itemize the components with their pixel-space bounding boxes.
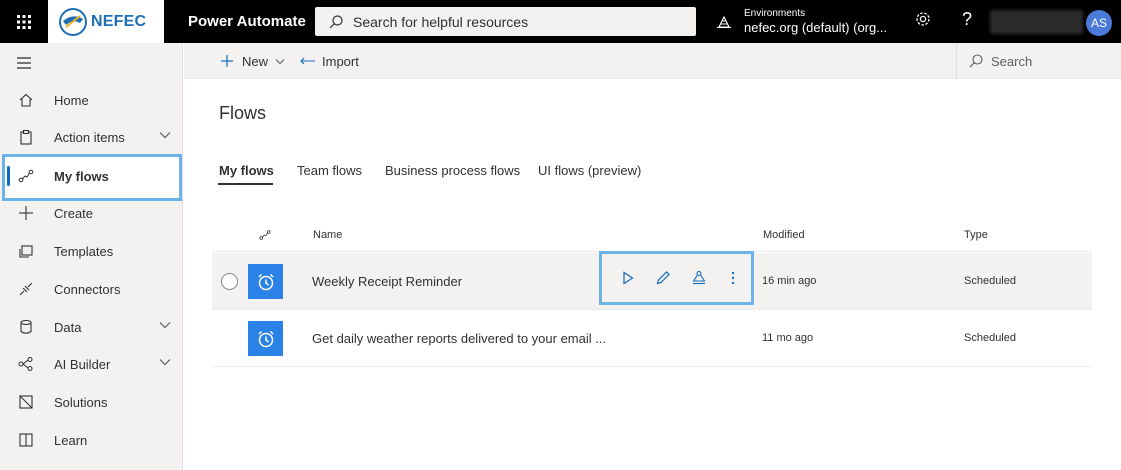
environments-label: Environments [744, 7, 806, 19]
table-row[interactable]: Get daily weather reports delivered to y… [212, 310, 1092, 367]
import-label: Import [322, 53, 359, 69]
search-icon [969, 54, 983, 68]
database-icon [20, 319, 32, 334]
chevron-down-icon [275, 58, 285, 64]
environment-picker[interactable]: Environments nefec.org (default) (org... [716, 5, 887, 38]
column-header-name[interactable]: Name [313, 229, 342, 241]
clipboard-icon [20, 129, 32, 145]
row-select-radio[interactable] [221, 273, 238, 290]
sidebar-item-data[interactable]: Data [0, 308, 183, 346]
scheduled-flow-icon [248, 321, 283, 356]
chevron-down-icon[interactable] [159, 358, 171, 366]
import-button[interactable]: Import [300, 43, 359, 79]
column-header-modified[interactable]: Modified [763, 229, 805, 241]
sidebar-item-connectors[interactable]: Connectors [0, 270, 183, 308]
sidebar-item-my-flows[interactable]: My flows [0, 157, 183, 195]
sidebar-item-label: Home [54, 92, 89, 108]
search-label: Search [991, 53, 1033, 69]
sidebar-item-home[interactable]: Home [0, 81, 183, 119]
more-options-icon[interactable] [723, 268, 743, 288]
flow-name-link[interactable]: Get daily weather reports delivered to y… [312, 331, 606, 346]
sidebar-item-label: Learn [54, 432, 88, 448]
settings-gear-icon[interactable] [914, 10, 932, 28]
flows-search-input[interactable]: Search [956, 43, 1121, 79]
tab-ui-flows[interactable]: UI flows (preview) [538, 163, 641, 178]
edit-pencil-icon[interactable] [653, 268, 673, 288]
tab-team-flows[interactable]: Team flows [297, 163, 362, 178]
plus-icon [19, 206, 33, 220]
avatar[interactable]: AS [1086, 10, 1112, 36]
scheduled-flow-icon [248, 264, 283, 299]
ai-builder-icon [18, 357, 33, 371]
sidebar-item-label: AI Builder [54, 356, 111, 372]
sidebar-item-label: Connectors [54, 281, 121, 297]
sidebar-item-label: Data [54, 319, 82, 335]
new-button[interactable]: New [220, 43, 285, 79]
share-icon[interactable] [689, 268, 709, 288]
new-label: New [242, 53, 269, 69]
environment-globe-icon [717, 15, 731, 28]
modified-value: 11 mo ago [762, 332, 814, 344]
hamburger-menu-icon[interactable] [16, 56, 32, 70]
plus-icon [221, 55, 233, 67]
row-actions-highlight [599, 251, 754, 305]
help-icon[interactable]: ? [962, 9, 972, 30]
import-arrow-icon [300, 57, 315, 65]
sidebar-item-learn[interactable]: Learn [0, 421, 183, 459]
flow-type-column-icon [259, 230, 271, 240]
environment-value: nefec.org (default) (org... [744, 19, 888, 35]
command-bar: New Import Search [184, 43, 1121, 79]
search-icon [329, 14, 343, 28]
flow-icon [18, 169, 34, 183]
table-header: Name Modified Type [212, 222, 1092, 252]
solutions-icon [19, 395, 33, 409]
sidebar-item-solutions[interactable]: Solutions [0, 383, 183, 421]
top-bar: NEFEC Power Automate Search for helpful … [0, 0, 1121, 43]
brand-name: NEFEC [91, 12, 147, 30]
book-icon [19, 433, 33, 447]
sidebar-item-label: Create [54, 205, 94, 221]
active-tab-indicator [218, 183, 273, 185]
templates-icon [19, 245, 33, 258]
chevron-down-icon[interactable] [159, 321, 171, 329]
home-icon [19, 93, 33, 107]
sidebar-item-action-items[interactable]: Action items [0, 118, 183, 156]
tab-my-flows[interactable]: My flows [219, 163, 274, 178]
app-launcher-icon[interactable] [0, 0, 48, 43]
table-row[interactable]: Weekly Receipt Reminder 16 min ago Sched… [212, 251, 1092, 310]
type-value: Scheduled [964, 275, 1016, 287]
column-header-type[interactable]: Type [964, 229, 988, 241]
page-title: Flows [219, 103, 267, 123]
selection-indicator [7, 166, 10, 186]
sidebar-item-create[interactable]: Create [0, 194, 183, 232]
flow-name-link[interactable]: Weekly Receipt Reminder [312, 274, 462, 289]
sidebar-item-label: Action items [54, 129, 125, 145]
brand-logo[interactable]: NEFEC [48, 0, 164, 43]
search-placeholder: Search for helpful resources [353, 13, 529, 30]
sidebar-item-ai-builder[interactable]: AI Builder [0, 345, 183, 383]
tab-business-process-flows[interactable]: Business process flows [385, 163, 520, 178]
app-name[interactable]: Power Automate [188, 0, 306, 43]
sidebar-item-label: Templates [54, 243, 114, 259]
type-value: Scheduled [964, 332, 1016, 344]
sidebar-item-label: My flows [54, 168, 109, 184]
sidebar-item-label: Solutions [54, 394, 108, 410]
run-play-icon[interactable] [618, 268, 638, 288]
connector-plug-icon [19, 282, 33, 296]
resource-search-input[interactable]: Search for helpful resources [315, 7, 696, 36]
user-name-redacted [990, 10, 1083, 34]
nefec-logo-icon [59, 7, 87, 36]
modified-value: 16 min ago [762, 275, 817, 287]
sidebar-item-templates[interactable]: Templates [0, 232, 183, 270]
chevron-down-icon[interactable] [159, 131, 171, 139]
